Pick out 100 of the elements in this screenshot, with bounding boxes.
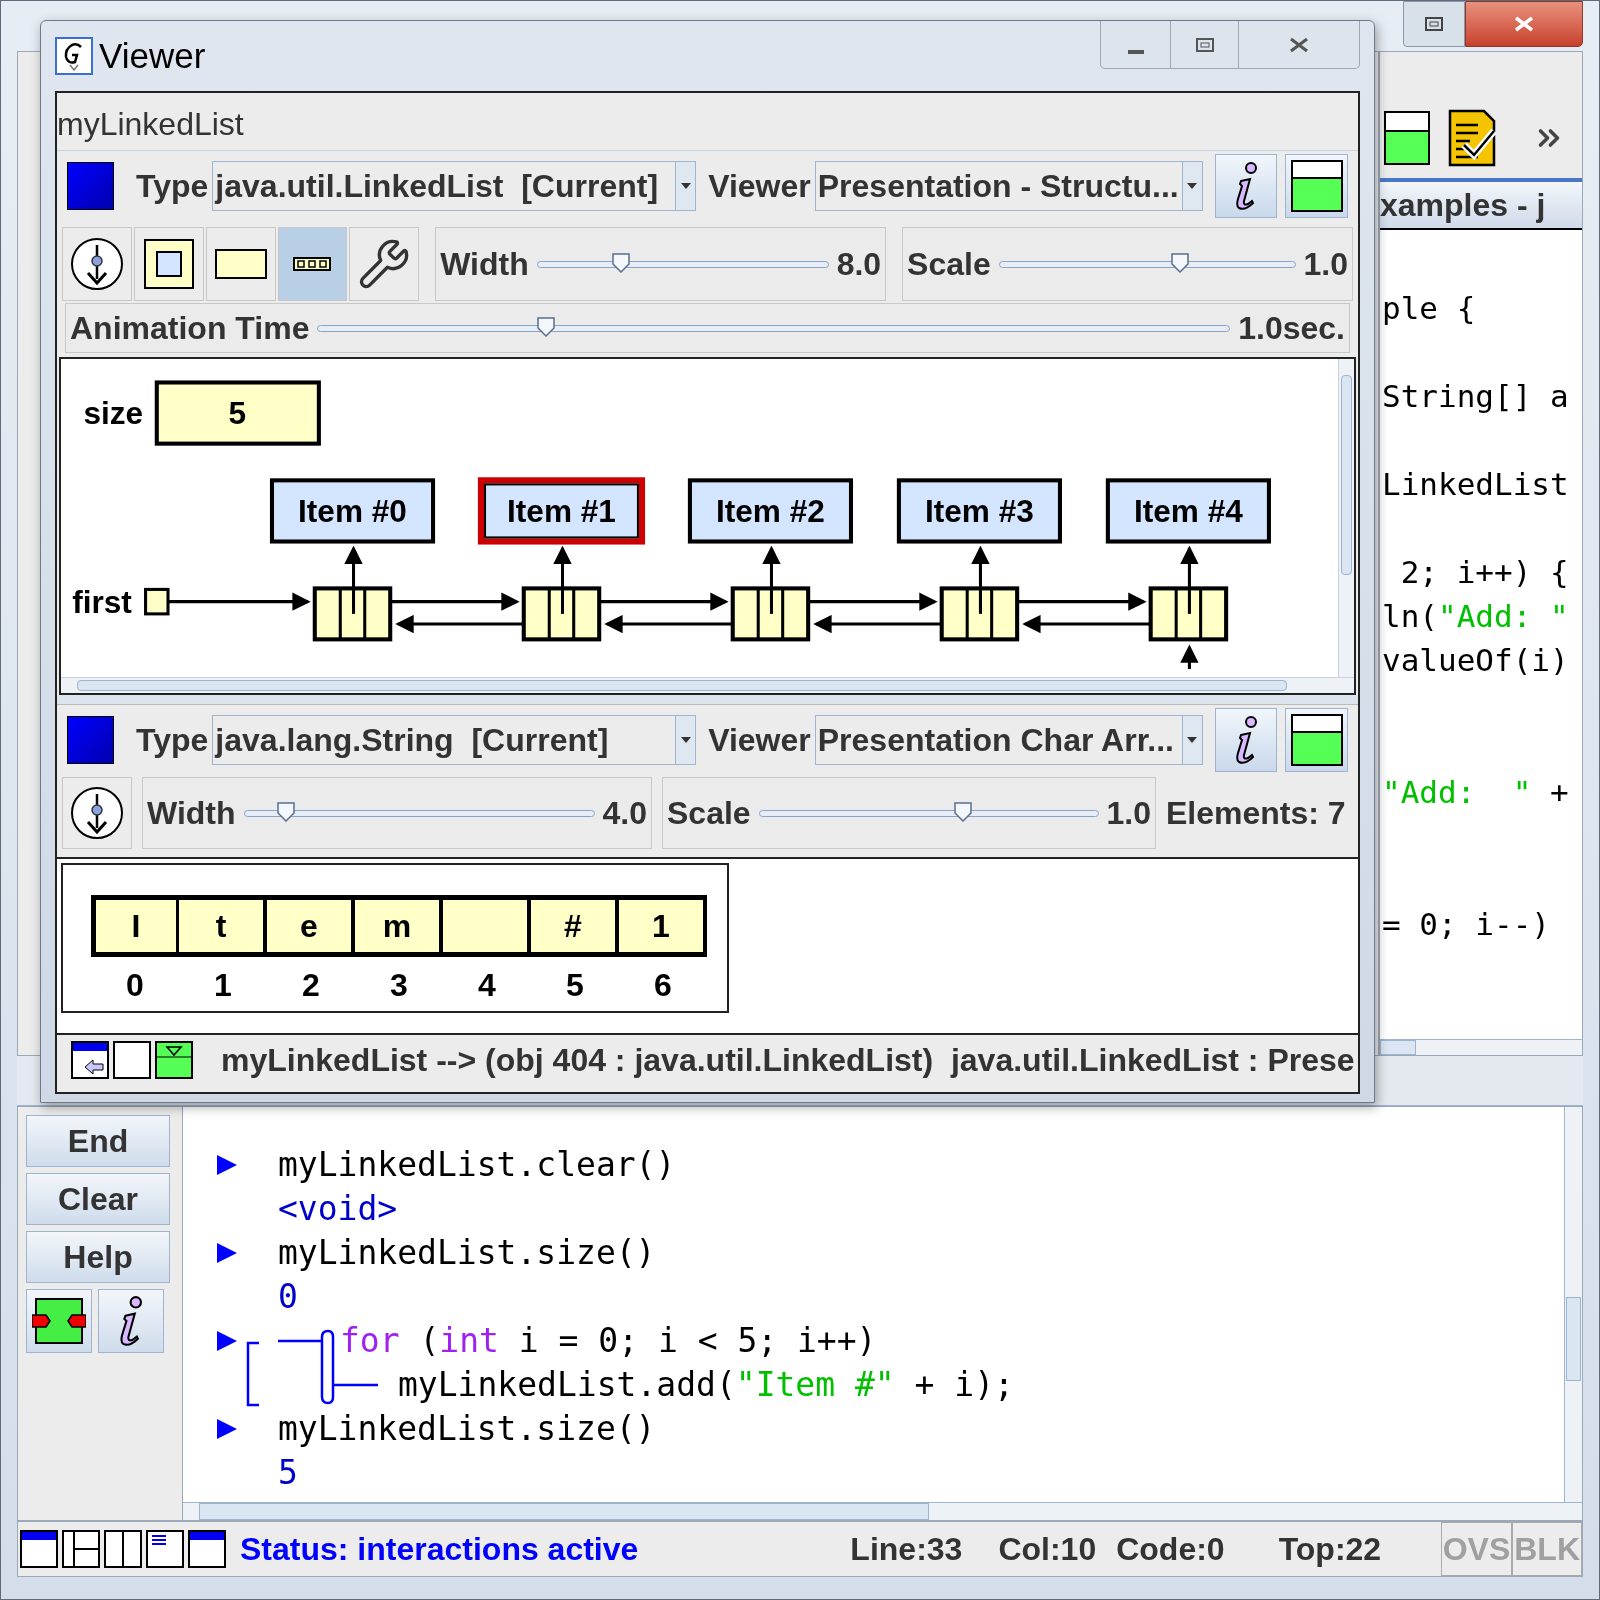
slider-track[interactable] xyxy=(243,802,595,824)
slider-thumb[interactable] xyxy=(953,802,972,822)
vertical-scrollbar[interactable] xyxy=(1564,1107,1582,1502)
pointer-arrow xyxy=(1180,644,1199,669)
column-indicator: Col:10 xyxy=(998,1533,1097,1565)
split-panel-icon[interactable] xyxy=(1384,111,1430,165)
connector-button[interactable] xyxy=(26,1289,92,1353)
display-mode-icon xyxy=(1290,714,1343,766)
display-button[interactable] xyxy=(1285,708,1348,772)
array-index: 1 xyxy=(213,966,233,1005)
top-indicator: Top:22 xyxy=(1278,1533,1382,1565)
elements-count: Elements: 7 xyxy=(1166,797,1346,829)
type-label: Type xyxy=(136,724,209,756)
prompt-arrow-icon xyxy=(217,1331,237,1351)
display-button[interactable] xyxy=(1285,154,1348,218)
slider-thumb[interactable] xyxy=(612,253,631,273)
color-swatch xyxy=(67,716,115,764)
side-button[interactable]: Clear xyxy=(26,1173,170,1225)
layout-icon[interactable] xyxy=(104,1530,142,1568)
tool-button[interactable] xyxy=(277,227,348,301)
dropdown-panel-icon[interactable] xyxy=(155,1041,193,1079)
connector-icon xyxy=(32,1295,86,1347)
info-button[interactable] xyxy=(1214,154,1278,218)
slider-track[interactable] xyxy=(758,802,1099,824)
slider-track[interactable] xyxy=(536,253,829,275)
slider-thumb[interactable] xyxy=(1170,253,1189,273)
close-button[interactable] xyxy=(1465,1,1583,47)
head-label: first xyxy=(72,583,132,620)
array-cell: # xyxy=(531,895,619,957)
array-index: 2 xyxy=(301,966,321,1005)
array-index: 5 xyxy=(565,966,585,1005)
bracket-icon xyxy=(245,1341,261,1407)
code-line: ple { xyxy=(1382,288,1476,328)
slider-value: 4.0 xyxy=(602,797,647,829)
pointer-arrow xyxy=(762,545,781,614)
color-swatch xyxy=(67,162,115,210)
slider-thumb[interactable] xyxy=(536,317,555,337)
rectangle-node-icon xyxy=(213,248,268,280)
result-text: 0 xyxy=(278,1276,298,1319)
interactions-editor[interactable]: myLinkedList.clear() <void> myLinkedList.size() 0 for (int i = 0; i < 5; i++) myLinkedList.add("Item #" + i); myLinkedList.size() 5 xyxy=(183,1107,1564,1502)
list-item-box: Item #3 xyxy=(896,478,1062,544)
array-cell: I xyxy=(91,895,179,957)
tool-button[interactable] xyxy=(205,227,276,301)
prompt-arrow-icon xyxy=(217,1419,237,1439)
horizontal-scrollbar[interactable] xyxy=(183,1502,1582,1520)
mode-indicator: OVS xyxy=(1440,1522,1513,1576)
type-label: Type xyxy=(136,170,209,202)
side-button[interactable]: End xyxy=(26,1115,170,1167)
type-dropdown[interactable]: java.lang.String [Current] xyxy=(212,715,697,765)
tool-button[interactable] xyxy=(349,227,420,301)
viewer-dropdown[interactable]: Presentation - Structu... xyxy=(814,161,1203,211)
line-indicator: Line:33 xyxy=(850,1533,963,1565)
horizontal-scrollbar[interactable] xyxy=(61,677,1354,693)
info-button[interactable] xyxy=(1214,708,1278,772)
slider-label: Width xyxy=(147,797,236,829)
result-text: <void> xyxy=(278,1188,398,1231)
viewer-label: Viewer xyxy=(708,170,811,202)
slider-value: 1.0 xyxy=(1106,797,1151,829)
array-cell: t xyxy=(179,895,267,957)
editor-title: xamples - j xyxy=(1380,186,1546,225)
close-icon xyxy=(1289,36,1309,53)
slider-label: Width xyxy=(440,248,529,280)
square-node-icon xyxy=(141,237,196,291)
code-line: 2; i++) { xyxy=(1399,552,1569,592)
tool-button[interactable] xyxy=(133,227,204,301)
three-cells-icon xyxy=(293,257,332,271)
layout-icon[interactable] xyxy=(62,1530,100,1568)
type-dropdown[interactable]: java.util.LinkedList [Current] xyxy=(212,161,697,211)
checklist-icon[interactable] xyxy=(1448,109,1498,167)
prompt-arrow-icon xyxy=(217,1243,237,1263)
array-cell: m xyxy=(355,895,443,957)
blank-panel-icon[interactable] xyxy=(113,1041,151,1079)
vertical-scrollbar[interactable] xyxy=(1338,359,1354,677)
tool-button[interactable] xyxy=(62,227,132,301)
layout-icon[interactable] xyxy=(188,1530,226,1568)
layout-icon[interactable] xyxy=(146,1530,184,1568)
status-text: Status: interactions active xyxy=(240,1530,639,1569)
array-cell: e xyxy=(267,895,355,957)
horizontal-scrollbar[interactable] xyxy=(1380,1039,1582,1055)
prompt-arrow-icon xyxy=(217,1155,237,1175)
info-button[interactable] xyxy=(98,1289,164,1353)
window-title: Viewer xyxy=(99,34,206,77)
slider-thumb[interactable] xyxy=(276,802,295,822)
pointer-arrow xyxy=(1180,545,1199,614)
pointer-arrow xyxy=(971,545,990,614)
list-item-box: Item #1 xyxy=(477,477,646,545)
slider-track[interactable] xyxy=(998,253,1296,275)
side-button[interactable]: Help xyxy=(26,1231,170,1283)
code-line: ln("Add: " xyxy=(1382,596,1569,636)
size-box: 5 xyxy=(154,380,321,446)
slider-value: 8.0 xyxy=(836,248,882,280)
tool-button[interactable] xyxy=(62,777,132,849)
layout-icon[interactable] xyxy=(20,1530,58,1568)
code-line: = 0; i--) xyxy=(1382,904,1550,944)
app-logo-icon xyxy=(55,37,93,75)
array-index: 0 xyxy=(125,966,145,1005)
slider-track[interactable] xyxy=(317,317,1231,339)
maximize-button[interactable] xyxy=(1403,1,1465,47)
viewer-dropdown[interactable]: Presentation Char Arr... xyxy=(814,715,1203,765)
layout-icon[interactable] xyxy=(71,1041,109,1079)
